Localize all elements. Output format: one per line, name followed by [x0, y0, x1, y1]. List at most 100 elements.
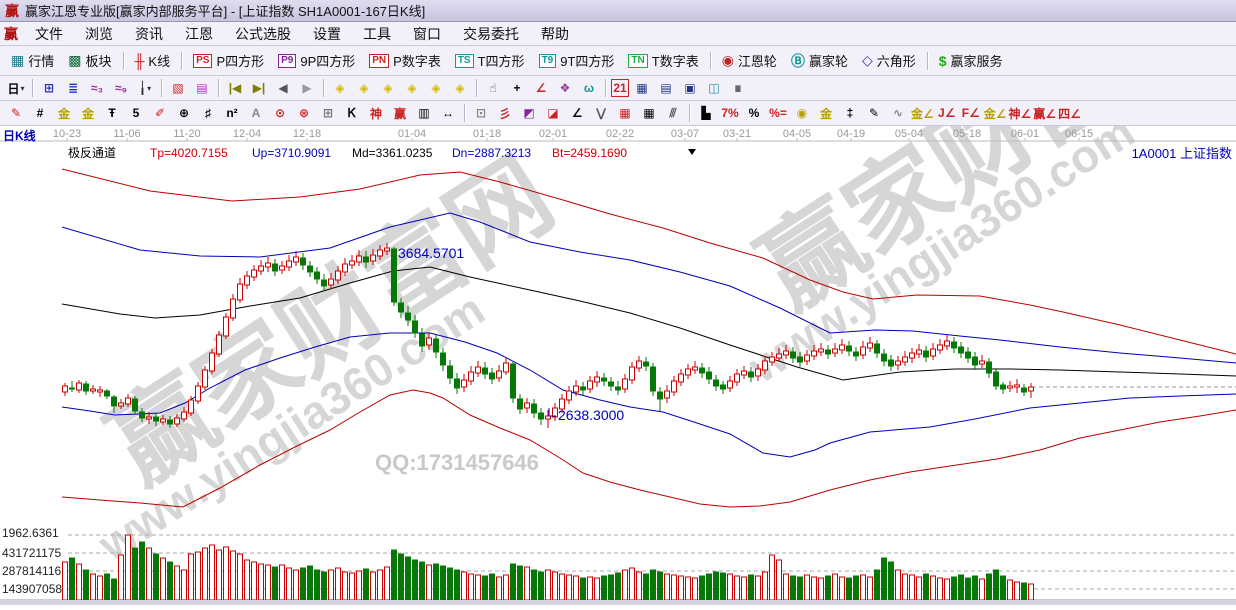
- period-selector-dropdown-icon[interactable]: ▾: [21, 84, 25, 93]
- net-save-icon[interactable]: ◫: [703, 78, 725, 98]
- calculator-icon[interactable]: ▦: [631, 78, 653, 98]
- red-fan-box-tool[interactable]: ◪: [542, 103, 564, 123]
- toolbar-button-quotes[interactable]: ▦行情: [4, 48, 61, 74]
- web-grid-tool[interactable]: ⊞: [317, 103, 339, 123]
- wave3-icon[interactable]: ≈₃: [86, 78, 108, 98]
- notes-icon[interactable]: ▤: [655, 78, 677, 98]
- menu-window[interactable]: 窗口: [402, 24, 452, 44]
- a-lines-tool[interactable]: A: [245, 103, 267, 123]
- toolbar-button-winner-service[interactable]: $赢家服务: [932, 48, 1010, 74]
- menu-file[interactable]: 文件: [24, 24, 74, 44]
- crosshair-icon[interactable]: +: [506, 78, 528, 98]
- toolbar-button-winner-wheel[interactable]: Ⓑ赢家轮: [784, 48, 855, 74]
- wave-av-tool[interactable]: ∿: [887, 103, 909, 123]
- f-ruler-tool[interactable]: Ŧ: [101, 103, 123, 123]
- gann-box-icon[interactable]: ⊞: [38, 78, 60, 98]
- star-web-tool[interactable]: ⊛: [293, 103, 315, 123]
- prev-bar-icon[interactable]: ◀: [272, 78, 294, 98]
- number-ruler-tool[interactable]: ▥: [413, 103, 435, 123]
- toolbar-button-sectors[interactable]: ▩板块: [61, 48, 118, 74]
- black-grid-tool[interactable]: ▦: [638, 103, 660, 123]
- four-angle-tool[interactable]: 四∠: [1058, 103, 1081, 123]
- gold-circle-tool[interactable]: ◉: [791, 103, 813, 123]
- purple-fan-tool[interactable]: ◩: [518, 103, 540, 123]
- document-icon[interactable]: ≣: [62, 78, 84, 98]
- slant-lines-tool[interactable]: ⫻: [662, 103, 684, 123]
- n-square-tool[interactable]: n²: [221, 103, 243, 123]
- menu-settings[interactable]: 设置: [302, 24, 352, 44]
- wave9-icon[interactable]: ≈₉: [110, 78, 132, 98]
- chart-pane[interactable]: 赢家财富网www.yingjia360.com赢家财富网www.yingjia3…: [0, 126, 1236, 605]
- win-ruler-tool[interactable]: 赢: [389, 103, 411, 123]
- gold-grid-tool-2[interactable]: 金: [77, 103, 99, 123]
- j-angle-tool[interactable]: J∠: [936, 103, 958, 123]
- menu-trade-entrust[interactable]: 交易委托: [452, 24, 530, 44]
- red-grid-tool[interactable]: ▦: [614, 103, 636, 123]
- airbrush-tool[interactable]: ✐: [149, 103, 171, 123]
- toolbar-button-p-number-table[interactable]: PNP数字表: [362, 48, 448, 74]
- menu-browse[interactable]: 浏览: [74, 24, 124, 44]
- diamond-expand-icon[interactable]: ◈: [377, 78, 399, 98]
- menu-tools[interactable]: 工具: [352, 24, 402, 44]
- last-bar-icon[interactable]: ▶|: [248, 78, 270, 98]
- box-plus-tool[interactable]: ⊡: [470, 103, 492, 123]
- hand-icon[interactable]: ☝: [482, 78, 504, 98]
- next-bar-icon[interactable]: ▶: [296, 78, 318, 98]
- mini-candle-icon-dropdown-icon[interactable]: ▾: [147, 84, 151, 93]
- cycle-icon[interactable]: ω: [578, 78, 600, 98]
- first-bar-icon[interactable]: |◀: [224, 78, 246, 98]
- pencil-tool[interactable]: ✎: [5, 103, 27, 123]
- kline-chart[interactable]: 赢家财富网www.yingjia360.com赢家财富网www.yingjia3…: [0, 126, 1236, 605]
- print-icon[interactable]: ∎: [727, 78, 749, 98]
- k-quote-tool[interactable]: Ꮶ: [341, 103, 363, 123]
- gold-angle-tool-1[interactable]: 金∠: [911, 103, 934, 123]
- menu-news[interactable]: 资讯: [124, 24, 174, 44]
- pct-line-tool[interactable]: %=: [767, 103, 789, 123]
- shen-angle-tool[interactable]: 神∠: [1009, 103, 1032, 123]
- diamond-right-icon[interactable]: ◈: [353, 78, 375, 98]
- clock-cycle-tool[interactable]: ⊕: [173, 103, 195, 123]
- save-icon[interactable]: ▣: [679, 78, 701, 98]
- five-ruler-tool[interactable]: 5: [125, 103, 147, 123]
- diamond-wide-icon[interactable]: ◈: [425, 78, 447, 98]
- v-line-tool[interactable]: ⋁: [590, 103, 612, 123]
- angle-line-tool[interactable]: ∠: [566, 103, 588, 123]
- span-arrow-tool[interactable]: ↔: [437, 103, 459, 123]
- diamond-compress-icon[interactable]: ◈: [401, 78, 423, 98]
- ray-fan-tool[interactable]: 彡: [494, 103, 516, 123]
- chip-icon[interactable]: ▧: [167, 78, 189, 98]
- distribution-icon[interactable]: ▤: [191, 78, 213, 98]
- toolbar-button-9p-square[interactable]: P99P四方形: [271, 48, 362, 74]
- period-selector[interactable]: 日▾: [5, 78, 27, 98]
- toolbar-button-p-square[interactable]: PSP四方形: [186, 48, 271, 74]
- gold-grid-tool-1[interactable]: 金: [53, 103, 75, 123]
- menu-gann[interactable]: 江恩: [174, 24, 224, 44]
- calendar-icon[interactable]: 21: [611, 79, 629, 97]
- toolbar-button-t-square[interactable]: TST四方形: [448, 48, 532, 74]
- shen-ruler-tool[interactable]: 神: [365, 103, 387, 123]
- diamond-left-icon[interactable]: ◈: [329, 78, 351, 98]
- gold-angle-tool-2[interactable]: 金∠: [984, 103, 1007, 123]
- f-angle-tool[interactable]: F∠: [960, 103, 982, 123]
- gann-shape-icon[interactable]: ❖: [554, 78, 576, 98]
- gold-line-tool[interactable]: 金: [815, 103, 837, 123]
- histogram-tool[interactable]: ▙: [695, 103, 717, 123]
- compass-tool[interactable]: ⊙: [269, 103, 291, 123]
- toolbar-button-hexagon[interactable]: ◇六角形: [855, 48, 923, 74]
- toolbar-button-9t-square[interactable]: T99T四方形: [532, 48, 622, 74]
- angle-measure-icon[interactable]: ∠: [530, 78, 552, 98]
- brush-tool[interactable]: ✎: [863, 103, 885, 123]
- pct-tool[interactable]: %: [743, 103, 765, 123]
- toolbar-button-kline[interactable]: ╫K线: [128, 48, 178, 74]
- win-angle-tool[interactable]: 赢∠: [1033, 103, 1056, 123]
- trend-pen-tool[interactable]: ‡: [839, 103, 861, 123]
- menu-help[interactable]: 帮助: [530, 24, 580, 44]
- diamond-center-icon[interactable]: ◈: [449, 78, 471, 98]
- toolbar-button-t-number-table[interactable]: TNT数字表: [621, 48, 705, 74]
- ruler-lines-tool[interactable]: #: [29, 103, 51, 123]
- menu-formula-stock-pick[interactable]: 公式选股: [224, 24, 302, 44]
- mini-candle-icon[interactable]: ╽▾: [134, 78, 156, 98]
- seven-pct-tool[interactable]: 7%: [719, 103, 741, 123]
- dense-lines-tool[interactable]: ♯: [197, 103, 219, 123]
- toolbar-button-gann-wheel[interactable]: ◉江恩轮: [715, 48, 784, 74]
